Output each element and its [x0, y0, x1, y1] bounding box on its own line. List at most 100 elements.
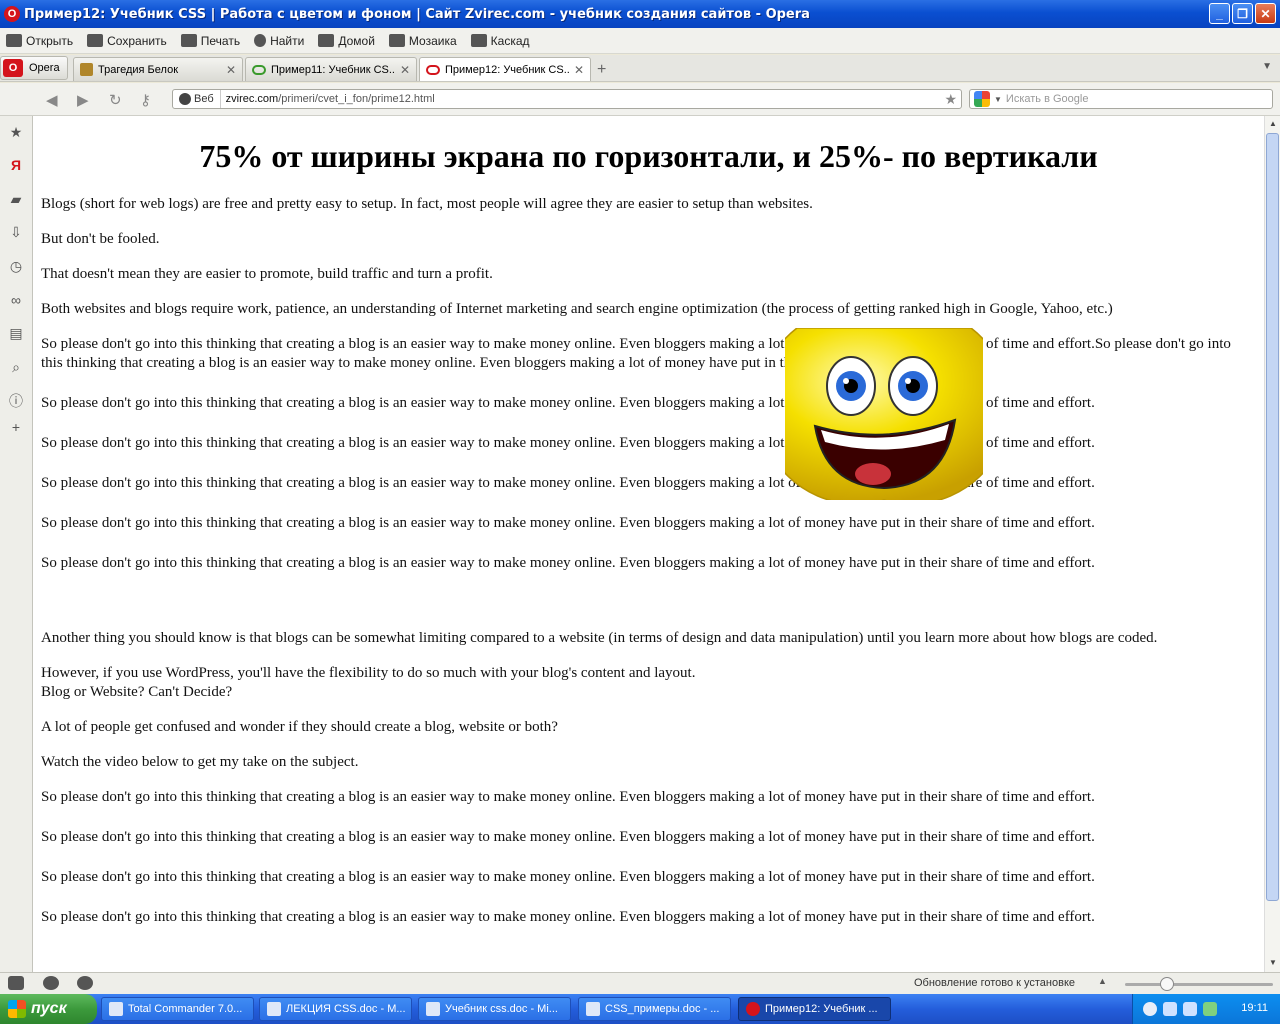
system-tray: 19:11: [1132, 994, 1280, 1024]
web-badge[interactable]: Веб: [173, 90, 221, 108]
home-button[interactable]: Домой: [318, 34, 375, 48]
panel-toggle-icon[interactable]: [8, 976, 24, 990]
tab-example12[interactable]: Пример12: Учебник CS... ✕: [419, 57, 591, 81]
search-icon[interactable]: ⌕: [8, 359, 24, 375]
bookmarks-icon[interactable]: ★: [8, 124, 24, 140]
paragraph: So please don't go into this thinking th…: [41, 515, 1095, 531]
add-panel-icon[interactable]: +: [8, 419, 24, 435]
home-label: Домой: [338, 33, 375, 48]
close-button[interactable]: ✕: [1255, 3, 1276, 24]
reload-icon[interactable]: ↻: [109, 91, 122, 109]
tab-bar: O Opera Трагедия Белок ✕ Пример11: Учебн…: [0, 55, 1280, 82]
zoom-slider-handle[interactable]: [1160, 977, 1174, 991]
word-icon: [426, 1002, 440, 1016]
cloud-icon[interactable]: [43, 976, 59, 990]
side-panel: ★ Я ▰ ⇩ ◷ ∞ ▤ ⌕ ⓘ +: [0, 116, 33, 972]
cascade-icon: [470, 34, 487, 47]
start-button[interactable]: пуск: [0, 994, 97, 1024]
back-icon[interactable]: ◀: [46, 91, 58, 109]
windows-logo-icon: [8, 1000, 26, 1018]
minimize-button[interactable]: _: [1209, 3, 1230, 24]
task-label: ЛЕКЦИЯ CSS.doc - M...: [286, 1003, 406, 1015]
url-path: /primeri/cvet_i_fon/prime12.html: [278, 93, 435, 105]
paragraph: So please don't go into this thinking th…: [41, 336, 1231, 371]
taskbar-item-css-examples-doc[interactable]: CSS_примеры.doc - ...: [578, 997, 731, 1021]
cascade-label: Каскад: [490, 33, 530, 48]
scrollbar-thumb[interactable]: [1266, 133, 1279, 901]
paragraph: So please don't go into this thinking th…: [41, 829, 1095, 845]
open-button[interactable]: Открыть: [6, 34, 73, 48]
tab-tragedy[interactable]: Трагедия Белок ✕: [73, 57, 243, 81]
tab-label: Пример12: Учебник CS...: [445, 63, 569, 76]
cascade-button[interactable]: Каскад: [470, 33, 530, 48]
status-bar: Обновление готово к установке ▲: [0, 972, 1280, 994]
links-icon[interactable]: ∞: [8, 292, 24, 308]
web-label: Веб: [194, 93, 214, 105]
tab-example11[interactable]: Пример11: Учебник CS... ✕: [245, 57, 417, 81]
forward-icon[interactable]: ▶: [77, 91, 89, 109]
yandex-icon[interactable]: Я: [8, 157, 24, 173]
google-icon[interactable]: [974, 91, 990, 107]
save-button[interactable]: Сохранить: [87, 34, 167, 48]
task-label: CSS_примеры.doc - ...: [605, 1003, 720, 1015]
history-icon[interactable]: ◷: [8, 258, 24, 274]
scroll-down-icon[interactable]: ▼: [1267, 956, 1279, 970]
search-icon: [254, 34, 267, 47]
key-icon[interactable]: ⚷: [140, 91, 151, 109]
taskbar-item-lecture-doc[interactable]: ЛЕКЦИЯ CSS.doc - M...: [259, 997, 412, 1021]
speed-dial-icon[interactable]: [77, 976, 93, 990]
taskbar: пуск Total Commander 7.0... ЛЕКЦИЯ CSS.d…: [0, 994, 1280, 1024]
taskbar-item-total-commander[interactable]: Total Commander 7.0...: [101, 997, 254, 1021]
navigation-bar: ◀ ▶ ↻ ⚷ Веб zvirec.com/primeri/cvet_i_fo…: [0, 83, 1280, 116]
zoom-slider[interactable]: [1125, 983, 1273, 986]
paragraph: So please don't go into this thinking th…: [41, 435, 1095, 451]
paragraph: Both websites and blogs require work, pa…: [41, 301, 1113, 317]
network-icon[interactable]: [1163, 1002, 1177, 1016]
toolbar: Открыть Сохранить Печать Найти Домой Моз…: [0, 28, 1280, 54]
downloads-icon[interactable]: ⇩: [8, 224, 24, 240]
paragraph: That doesn't mean they are easier to pro…: [41, 266, 493, 282]
volume-icon[interactable]: [1183, 1002, 1197, 1016]
antivirus-icon[interactable]: [1203, 1002, 1217, 1016]
tile-button[interactable]: Мозаика: [388, 34, 457, 48]
close-tab-icon[interactable]: ✕: [574, 63, 584, 77]
window-title: Пример12: Учебник CSS | Работа с цветом …: [24, 6, 810, 22]
task-label: Учебник css.doc - Mi...: [445, 1003, 558, 1015]
opera-menu-label: Opera: [29, 62, 60, 74]
chevron-down-icon[interactable]: ▼: [1262, 61, 1272, 72]
chevron-up-icon[interactable]: ▲: [1098, 976, 1107, 986]
search-field[interactable]: ▼ Искать в Google: [969, 89, 1273, 109]
bookmark-star-icon[interactable]: ★: [944, 91, 957, 108]
windows-icon[interactable]: ▤: [8, 325, 24, 341]
close-tab-icon[interactable]: ✕: [400, 63, 410, 77]
opera-menu-button[interactable]: O Opera: [0, 56, 68, 80]
chevron-down-icon[interactable]: ▼: [994, 95, 1002, 104]
taskbar-item-textbook-doc[interactable]: Учебник css.doc - Mi...: [418, 997, 571, 1021]
url-field[interactable]: zvirec.com/primeri/cvet_i_fon/prime12.ht…: [221, 93, 435, 105]
maximize-button[interactable]: ❐: [1232, 3, 1253, 24]
tray-expand-icon[interactable]: [1143, 1002, 1157, 1016]
clock[interactable]: 19:11: [1241, 1002, 1268, 1014]
close-tab-icon[interactable]: ✕: [226, 63, 236, 77]
opera-logo-icon: O: [4, 6, 20, 22]
word-icon: [267, 1002, 281, 1016]
app-icon: [109, 1002, 123, 1016]
info-icon[interactable]: ⓘ: [8, 393, 24, 409]
address-bar[interactable]: Веб zvirec.com/primeri/cvet_i_fon/prime1…: [172, 89, 962, 109]
taskbar-item-opera[interactable]: Пример12: Учебник ...: [738, 997, 891, 1021]
home-icon: [318, 34, 335, 47]
new-tab-button[interactable]: +: [597, 61, 606, 79]
scroll-up-icon[interactable]: ▲: [1267, 117, 1279, 131]
paragraph: So please don't go into this thinking th…: [41, 869, 1095, 885]
vertical-scrollbar[interactable]: ▲ ▼: [1264, 116, 1280, 972]
print-icon: [180, 34, 197, 47]
opera-icon: [746, 1002, 760, 1016]
search-placeholder: Искать в Google: [1005, 93, 1089, 105]
print-button[interactable]: Печать: [180, 34, 240, 48]
update-status-text[interactable]: Обновление готово к установке: [914, 977, 1075, 989]
opera-logo-icon: O: [3, 59, 23, 77]
url-host: zvirec.com: [225, 93, 279, 105]
notes-icon[interactable]: ▰: [8, 191, 24, 207]
paragraph: However, if you use WordPress, you'll ha…: [41, 665, 696, 681]
find-button[interactable]: Найти: [254, 34, 304, 48]
